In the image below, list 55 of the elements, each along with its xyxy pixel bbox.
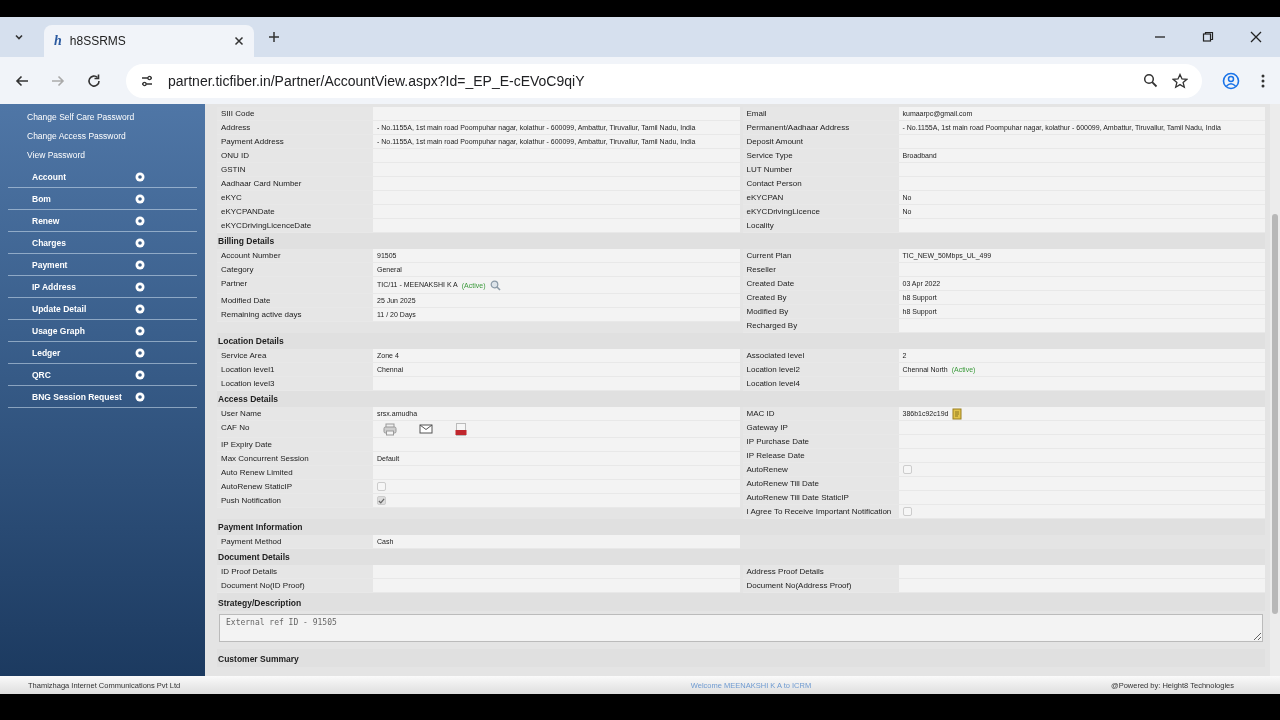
section-heading: Location Details (217, 333, 1265, 349)
circle-icon (135, 281, 145, 292)
scrollbar-thumb[interactable] (1272, 214, 1278, 614)
sidebar-item[interactable]: IP Address (8, 276, 197, 298)
star-icon[interactable] (1172, 72, 1188, 89)
sidebar-item[interactable]: Usage Graph (8, 320, 197, 342)
site-favicon: h (54, 33, 62, 49)
sidebar-item[interactable]: Account (8, 166, 197, 188)
circle-icon (135, 215, 145, 226)
reload-icon[interactable] (86, 72, 102, 89)
sidebar-item[interactable]: Bom (8, 188, 197, 210)
profile-icon[interactable] (1222, 71, 1240, 90)
circle-icon (135, 259, 145, 270)
site-info-icon[interactable] (140, 73, 154, 88)
sidebar-item[interactable]: Renew (8, 210, 197, 232)
zoom-icon[interactable] (1143, 73, 1158, 88)
restore-icon[interactable] (1202, 31, 1214, 43)
mail-icon[interactable] (419, 424, 433, 434)
pdf-file-icon[interactable] (455, 422, 467, 436)
close-icon[interactable] (1250, 31, 1262, 43)
section-heading: Strategy/Description (217, 593, 1265, 611)
sidebar-item[interactable]: QRC (8, 364, 197, 386)
section-heading: Payment Information (217, 519, 1265, 535)
sidebar-item[interactable]: Update Detail (8, 298, 197, 320)
sidebar-item[interactable]: Ledger (8, 342, 197, 364)
new-tab-icon[interactable] (268, 31, 280, 43)
search-icon[interactable] (489, 279, 501, 291)
circle-icon (135, 193, 145, 204)
section-heading: Billing Details (217, 233, 1265, 249)
printer-icon[interactable] (383, 422, 397, 436)
circle-icon (135, 237, 145, 248)
sidebar-link[interactable]: View Password (8, 147, 197, 166)
browser-tab[interactable]: h h8SSRMS (44, 25, 254, 57)
section-heading: Access Details (217, 391, 1265, 407)
notepad-icon[interactable] (952, 407, 963, 420)
address-bar[interactable]: partner.ticfiber.in/Partner/AccountView.aspx?Id=_EP_E-cEVoC9qiY (126, 63, 1202, 98)
section-heading: Document Details (217, 549, 1265, 565)
sidebar-item[interactable]: Charges (8, 232, 197, 254)
circle-icon (135, 391, 145, 402)
chevron-down-icon (14, 32, 24, 42)
sidebar-link[interactable]: Change Access Password (8, 128, 197, 147)
url-text: partner.ticfiber.in/Partner/AccountView.aspx?Id=_EP_E-cEVoC9qiY (168, 72, 585, 89)
circle-icon (135, 369, 145, 380)
tab-title: h8SSRMS (69, 34, 127, 48)
sidebar-item[interactable]: BNG Session Request (8, 386, 197, 408)
description-field[interactable]: External ref ID - 91505 (219, 614, 1263, 642)
menu-icon[interactable] (1260, 72, 1266, 89)
section-heading: Customer Summary (217, 649, 1265, 667)
circle-icon (135, 171, 145, 182)
sidebar-item[interactable]: Payment (8, 254, 197, 276)
sidebar-link[interactable]: Change Self Care Password (8, 109, 197, 128)
circle-icon (135, 347, 145, 358)
close-icon[interactable] (234, 36, 244, 46)
circle-icon (135, 303, 145, 314)
circle-icon (135, 325, 145, 336)
